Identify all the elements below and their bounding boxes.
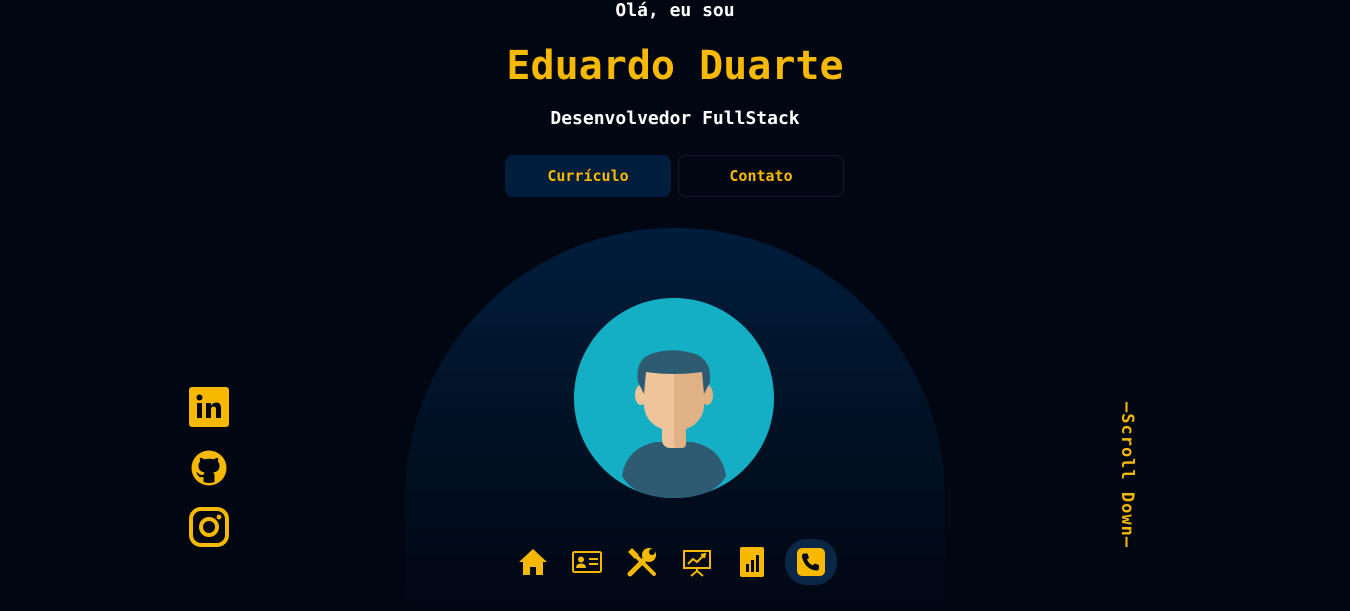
scroll-down-label: —Scroll Down—	[1117, 401, 1137, 549]
nav-skills[interactable]	[616, 539, 668, 585]
portfolio-page: Olá, eu sou Eduardo Duarte Desenvolvedor…	[0, 0, 1350, 611]
id-card-icon	[572, 551, 602, 573]
hero-role: Desenvolvedor FullStack	[550, 108, 800, 129]
person-avatar-icon	[574, 298, 774, 498]
home-icon	[519, 549, 547, 575]
hero-name: Eduardo Duarte	[506, 43, 844, 89]
github-link[interactable]	[189, 448, 229, 488]
github-icon	[191, 450, 227, 486]
contact-button[interactable]: Contato	[678, 155, 844, 197]
nav-stats[interactable]	[726, 539, 778, 585]
greeting-text: Olá, eu sou	[615, 0, 735, 21]
instagram-icon	[189, 507, 229, 547]
avatar	[574, 298, 774, 498]
linkedin-link[interactable]	[189, 387, 229, 427]
bottom-nav	[505, 535, 845, 591]
nav-home[interactable]	[507, 539, 559, 585]
phone-icon	[797, 548, 825, 576]
nav-contact[interactable]	[785, 539, 837, 585]
bar-chart-icon	[740, 547, 764, 577]
linkedin-icon	[189, 387, 229, 427]
scroll-down-link[interactable]: —Scroll Down—	[1114, 390, 1140, 560]
nav-portfolio[interactable]	[671, 539, 723, 585]
instagram-link[interactable]	[189, 507, 229, 547]
tools-icon	[627, 548, 656, 577]
resume-button[interactable]: Currículo	[505, 155, 671, 197]
presentation-icon	[683, 550, 711, 577]
nav-about[interactable]	[561, 539, 613, 585]
